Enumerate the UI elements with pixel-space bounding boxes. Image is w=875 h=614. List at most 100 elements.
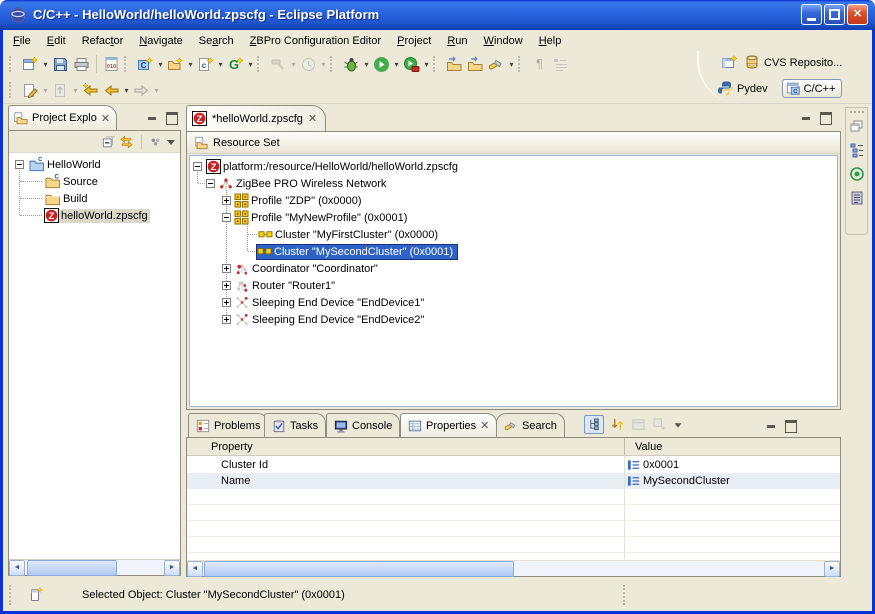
fast-view-grip[interactable] (850, 111, 864, 114)
maximize-editor-icon[interactable] (819, 111, 832, 122)
debug-button[interactable] (341, 52, 362, 76)
tab-properties-close-icon[interactable]: ✕ (480, 419, 489, 432)
expand-expander-icon[interactable] (222, 196, 231, 205)
new-folder-button[interactable] (165, 52, 186, 76)
scroll-thumb[interactable] (27, 560, 117, 576)
toolbar-grip[interactable] (518, 56, 525, 72)
collapse-expander-icon[interactable] (222, 213, 231, 222)
menu-navigate[interactable]: Navigate (131, 32, 190, 50)
show-tree-button[interactable] (584, 415, 604, 434)
filter-icon[interactable] (652, 417, 667, 432)
expand-expander-icon[interactable] (222, 264, 231, 273)
editor-tab-close-icon[interactable]: ✕ (308, 112, 317, 125)
schedule-clock-button[interactable] (298, 52, 319, 76)
target-view-icon[interactable] (849, 166, 865, 182)
new-folder-dropdown[interactable]: ▾ (186, 60, 195, 69)
resource-node-platform[interactable]: Z platform:/resource/HelloWorld/helloWor… (193, 158, 460, 175)
toolbar-grip[interactable] (257, 56, 264, 72)
maximize-view-icon[interactable] (165, 111, 178, 122)
menu-edit[interactable]: Edit (39, 32, 74, 50)
cvs-perspective-button[interactable]: CVSCVS Reposito... (744, 54, 842, 71)
link-with-editor-icon[interactable] (119, 135, 134, 149)
project-explorer-close-icon[interactable]: ✕ (101, 112, 110, 125)
collapse-expander-icon[interactable] (206, 179, 215, 188)
tree-item-helloworld[interactable]: C HelloWorld (15, 156, 103, 173)
minimize-editor-icon[interactable] (800, 111, 813, 122)
fastview-toggle-icon[interactable] (28, 586, 44, 604)
minimize-view-icon[interactable] (765, 419, 778, 430)
binary-build-button[interactable]: 010 (101, 52, 122, 76)
open-perspective-button[interactable] (721, 54, 738, 71)
menu-file[interactable]: File (5, 32, 39, 50)
scroll-left-button[interactable]: ◄ (9, 560, 25, 576)
tree-item-source[interactable]: C Source (44, 173, 100, 190)
restore-value-icon[interactable] (631, 417, 646, 432)
resource-node-enddevice2[interactable]: Sleeping End Device "EndDevice2" (222, 311, 426, 328)
view-menu-icon[interactable] (673, 419, 683, 431)
forward-button[interactable] (131, 78, 152, 102)
back-button[interactable] (101, 78, 122, 102)
back-dropdown[interactable]: ▾ (122, 86, 131, 95)
run-external-dropdown[interactable]: ▾ (422, 60, 431, 69)
new-c-file-dropdown[interactable]: ▾ (216, 60, 225, 69)
new-class-dropdown[interactable]: ▾ (156, 60, 165, 69)
new-c-file-button[interactable]: c (195, 52, 216, 76)
import-button[interactable] (444, 52, 465, 76)
resource-node-enddevice1[interactable]: Sleeping End Device "EndDevice1" (222, 294, 426, 311)
minimize-view-icon[interactable] (146, 111, 159, 122)
tab-tasks[interactable]: Tasks (264, 413, 326, 437)
new-g-dropdown[interactable]: ▾ (246, 60, 255, 69)
search-dropdown[interactable]: ▾ (507, 60, 516, 69)
cpp-perspective-button[interactable]: CC/C++ (782, 79, 843, 98)
search-button[interactable] (486, 52, 507, 76)
menu-run[interactable]: Run (439, 32, 475, 50)
run-external-button[interactable] (401, 52, 422, 76)
outline-view-icon[interactable] (849, 142, 865, 158)
last-edit-location-button[interactable] (20, 78, 41, 102)
project-explorer-tab[interactable]: Project Explo ✕ (8, 105, 117, 130)
maximize-button[interactable] (824, 4, 845, 25)
resource-node-network[interactable]: ZigBee PRO Wireless Network (206, 175, 388, 192)
property-row-clusterid[interactable]: Cluster Id 0x0001 (187, 457, 840, 473)
sort-icon[interactable] (610, 417, 625, 432)
scroll-left-button[interactable]: ◄ (187, 561, 203, 577)
tab-properties[interactable]: Properties ✕ (400, 413, 497, 437)
export-button[interactable] (465, 52, 486, 76)
outline-toggle-button[interactable] (550, 52, 571, 76)
scroll-thumb[interactable] (204, 561, 514, 577)
collapse-expander-icon[interactable] (193, 162, 202, 171)
resource-node-cluster-second[interactable]: Cluster "MySecondCluster" (0x0001) (256, 243, 458, 260)
resource-node-router[interactable]: Router "Router1" (222, 277, 337, 294)
tab-problems[interactable]: Problems (188, 413, 268, 437)
editor-tab[interactable]: Z *helloWorld.zpscfg ✕ (186, 105, 326, 131)
menu-window[interactable]: Window (476, 32, 531, 50)
close-button[interactable]: ✕ (847, 4, 868, 25)
menu-project[interactable]: Project (389, 32, 439, 50)
resource-node-cluster-first[interactable]: Cluster "MyFirstCluster" (0x0000) (258, 226, 440, 243)
resource-node-profile-mynewprofile[interactable]: Profile "MyNewProfile" (0x0001) (222, 209, 409, 226)
new-wizard-button[interactable] (20, 52, 41, 76)
toolbar-grip[interactable] (433, 56, 440, 72)
column-divider[interactable] (624, 456, 625, 559)
tree-item-zpscfg[interactable]: Z helloWorld.zpscfg (44, 207, 150, 224)
collapse-all-icon[interactable] (102, 135, 116, 149)
view-filter-icon[interactable] (149, 135, 163, 149)
expand-expander-icon[interactable] (222, 315, 231, 324)
restore-views-icon[interactable] (849, 118, 865, 134)
doc-view-icon[interactable] (849, 190, 865, 206)
property-row-name[interactable]: Name MySecondCluster (187, 473, 840, 489)
print-button[interactable] (71, 52, 92, 76)
new-dropdown[interactable]: ▾ (41, 60, 50, 69)
debug-dropdown[interactable]: ▾ (362, 60, 371, 69)
view-menu-icon[interactable] (166, 135, 176, 149)
menu-search[interactable]: Search (191, 32, 242, 50)
save-button[interactable] (50, 52, 71, 76)
build-hammer-button[interactable] (268, 52, 289, 76)
properties-hscrollbar[interactable]: ◄ ► (187, 560, 840, 576)
scroll-right-button[interactable]: ► (164, 560, 180, 576)
resource-node-profile-zdp[interactable]: Profile "ZDP" (0x0000) (222, 192, 364, 209)
minimize-button[interactable] (801, 4, 822, 25)
menu-help[interactable]: Help (531, 32, 570, 50)
column-value[interactable]: Value (624, 438, 662, 455)
tree-item-build[interactable]: Build (44, 190, 89, 207)
